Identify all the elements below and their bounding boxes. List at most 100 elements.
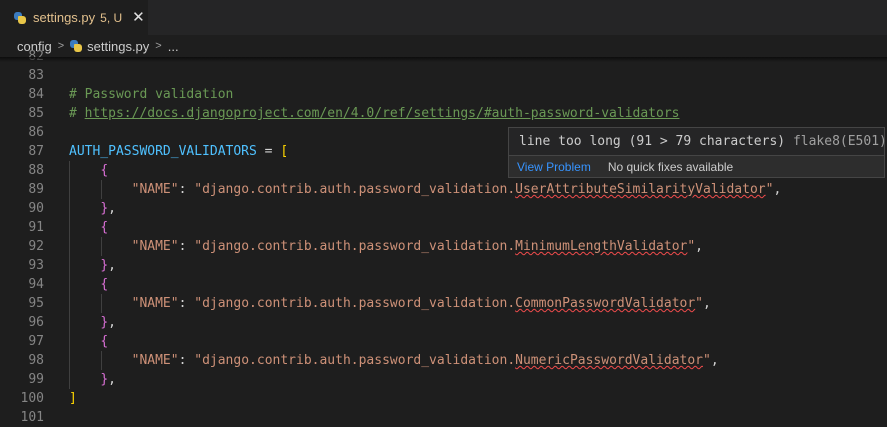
string-suffix: " [695, 296, 703, 311]
operator: = [256, 144, 281, 159]
code-text: { [69, 161, 108, 180]
comma: , [108, 258, 116, 273]
code-text: }, [69, 199, 116, 218]
line-number: 98 [28, 353, 44, 368]
comma: , [710, 353, 719, 368]
code-line: 92 "NAME": "django.contrib.auth.password… [0, 237, 887, 256]
code-text: "NAME": "django.contrib.auth.password_va… [69, 237, 703, 256]
close-icon[interactable]: ✕ [132, 10, 145, 25]
string-suffix: " [687, 239, 696, 254]
url-link[interactable]: https://docs.djangoproject.com/en/4.0/re… [85, 106, 680, 121]
dict-key: "NAME" [131, 182, 179, 197]
code-line: 85 # https://docs.djangoproject.com/en/4.… [0, 104, 887, 123]
string-prefix: "django.contrib.auth.password_validation… [194, 182, 516, 197]
dict-key: "NAME" [131, 353, 179, 368]
comment: # Password validation [69, 87, 234, 102]
code-text: "NAME": "django.contrib.auth.password_va… [69, 351, 719, 370]
line-number: 95 [28, 296, 44, 311]
validator-name: UserAttributeSimilarityValidator [515, 182, 766, 197]
line-number: 101 [20, 410, 44, 425]
code-line: 97 { [0, 332, 887, 351]
brace: { [100, 163, 109, 178]
brace: } [100, 201, 109, 216]
line-number: 89 [28, 182, 44, 197]
code-text: AUTH_PASSWORD_VALIDATORS = [ [69, 142, 288, 161]
brace: { [100, 277, 109, 292]
problem-text: line too long (91 > 79 characters) [519, 134, 786, 149]
code-line: 83 [0, 66, 887, 85]
code-text: # Password validation [69, 85, 233, 104]
comment-prefix: # [69, 106, 85, 121]
code-line: 99 }, [0, 370, 887, 389]
line-number: 99 [28, 372, 44, 387]
code-text: }, [69, 370, 116, 389]
line-number: 100 [20, 391, 44, 406]
code-line: 101 [0, 408, 887, 427]
code-editor[interactable]: 828384# Password validation85# https://d… [0, 49, 887, 425]
view-problem-link[interactable]: View Problem [517, 160, 591, 174]
code-text: ] [69, 389, 77, 408]
brace: } [100, 372, 109, 387]
python-file-icon [14, 11, 26, 24]
validator-name: NumericPasswordValidator [515, 353, 703, 368]
code-line: 98 "NAME": "django.contrib.auth.password… [0, 351, 887, 370]
line-number: 97 [28, 334, 44, 349]
no-quick-fixes-text: No quick fixes available [607, 159, 734, 174]
string-prefix: "django.contrib.auth.password_validation… [194, 353, 516, 368]
line-number: 87 [28, 144, 44, 159]
line-number: 90 [28, 201, 44, 216]
validator-name: CommonPasswordValidator [515, 296, 696, 311]
code-text: { [69, 275, 108, 294]
code-line: 100] [0, 389, 887, 408]
string-suffix: " [703, 353, 711, 368]
brace: } [100, 258, 109, 273]
problem-message: line too long (91 > 79 characters) flake… [519, 134, 887, 149]
colon: : [178, 353, 195, 368]
brace: { [100, 220, 109, 235]
string-prefix: "django.contrib.auth.password_validation… [194, 239, 516, 254]
line-number: 96 [28, 315, 44, 330]
code-line: 90 }, [0, 199, 887, 218]
comma: , [108, 372, 116, 387]
variable-name: AUTH_PASSWORD_VALIDATORS [69, 144, 257, 159]
problem-source: flake8(E501) [792, 134, 887, 149]
code-line: 96 }, [0, 313, 887, 332]
code-text: { [69, 218, 108, 237]
line-number: 88 [28, 163, 44, 178]
line-number: 83 [28, 68, 44, 83]
string-prefix: "django.contrib.auth.password_validation… [194, 296, 516, 311]
code-text: # https://docs.djangoproject.com/en/4.0/… [69, 104, 679, 123]
line-number: 93 [28, 258, 44, 273]
line-number: 91 [28, 220, 44, 235]
comma: , [108, 315, 116, 330]
code-text: }, [69, 256, 116, 275]
colon: : [178, 239, 195, 254]
line-number: 92 [28, 239, 44, 254]
colon: : [178, 182, 195, 197]
dict-key: "NAME" [131, 239, 179, 254]
tab-title: settings.py [33, 10, 96, 25]
code-line: 91 { [0, 218, 887, 237]
comma: , [108, 201, 116, 216]
code-text: }, [69, 313, 116, 332]
line-number: 85 [28, 106, 44, 121]
line-number: 84 [28, 87, 44, 102]
code-text: "NAME": "django.contrib.auth.password_va… [69, 180, 782, 199]
code-line: 93 }, [0, 256, 887, 275]
tab-settings-py[interactable]: settings.py 5, U ✕ [0, 0, 148, 35]
line-number: 86 [28, 125, 44, 140]
comma: , [695, 239, 703, 254]
comma: , [773, 182, 782, 197]
validator-name: MinimumLengthValidator [515, 239, 688, 254]
code-line: 84 # Password validation [0, 85, 887, 104]
line-number: 94 [28, 277, 44, 292]
tab-bar: settings.py 5, U ✕ [0, 0, 887, 35]
bracket: ] [69, 391, 77, 406]
problem-hover: line too long (91 > 79 characters) flake… [508, 127, 887, 178]
code-text: { [69, 332, 108, 351]
brace: { [100, 334, 109, 349]
code-line: 95 "NAME": "django.contrib.auth.password… [0, 294, 887, 313]
comma: , [703, 296, 711, 311]
colon: : [178, 296, 195, 311]
hover-actions: View Problem No quick fixes available [509, 156, 884, 177]
